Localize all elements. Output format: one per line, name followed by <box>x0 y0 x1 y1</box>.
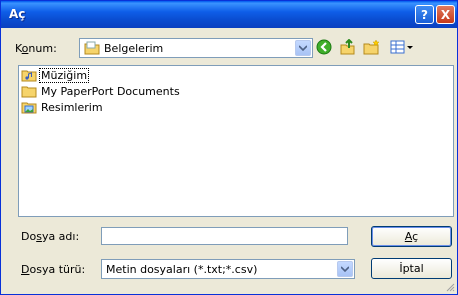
filetype-combo[interactable]: Metin dosyaları (*.txt;*.csv) <box>101 259 355 279</box>
dialog-title: Aç <box>9 7 26 21</box>
list-item[interactable]: Resimlerim <box>21 100 104 115</box>
help-icon: ? <box>421 7 428 22</box>
open-button[interactable]: Aç <box>371 226 452 247</box>
filename-label: Dosya adı: <box>21 230 80 243</box>
chevron-down-icon[interactable] <box>295 40 311 56</box>
list-item[interactable]: My PaperPort Documents <box>21 84 181 99</box>
filetype-label: Dosya türü: <box>21 263 86 276</box>
help-button[interactable]: ? <box>415 5 434 24</box>
filetype-value: Metin dosyaları (*.txt;*.csv) <box>106 263 258 276</box>
close-icon: X <box>440 7 451 22</box>
title-bar[interactable]: Aç ? X <box>1 1 457 28</box>
filename-input[interactable] <box>101 227 348 245</box>
pictures-folder-icon <box>21 101 37 114</box>
location-label: Konum: <box>15 42 57 55</box>
chevron-down-icon[interactable] <box>337 261 353 277</box>
open-button-label: Aç <box>404 230 419 243</box>
open-dialog: Aç ? X Konum: Belgelerim Müziğim My Pape… <box>0 0 458 295</box>
cancel-button[interactable]: İptal <box>371 258 452 279</box>
close-button[interactable]: X <box>436 5 455 24</box>
views-icon[interactable] <box>389 38 415 56</box>
documents-folder-icon <box>84 41 100 58</box>
up-folder-icon[interactable] <box>339 38 357 56</box>
list-item[interactable]: Müziğim <box>21 68 90 83</box>
new-folder-icon[interactable] <box>363 38 381 56</box>
location-value: Belgelerim <box>104 42 164 55</box>
folder-icon <box>21 85 37 98</box>
music-folder-icon <box>21 69 37 82</box>
back-icon[interactable] <box>315 38 333 56</box>
cancel-button-label: İptal <box>399 262 424 275</box>
file-list[interactable]: Müziğim My PaperPort Documents Resimleri… <box>18 65 454 217</box>
location-combo[interactable]: Belgelerim <box>79 38 313 58</box>
resize-grip-icon[interactable] <box>445 282 455 292</box>
